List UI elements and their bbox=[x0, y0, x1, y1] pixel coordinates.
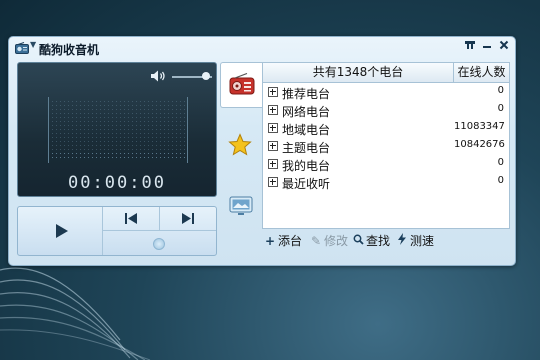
listener-count: 11083347 bbox=[454, 121, 505, 132]
station-category-name: 推荐电台 bbox=[282, 87, 331, 101]
minimize-button[interactable] bbox=[480, 40, 494, 54]
plus-icon: + bbox=[264, 234, 276, 248]
volume-icon[interactable] bbox=[150, 69, 168, 83]
close-icon bbox=[499, 40, 509, 50]
list-item-recent[interactable]: 最近收听 0 bbox=[263, 173, 509, 191]
playback-controls bbox=[17, 206, 217, 256]
previous-button[interactable] bbox=[103, 207, 160, 231]
spectrum-visualizer bbox=[48, 97, 188, 163]
listener-count: 10842676 bbox=[454, 139, 505, 150]
column-header-stations[interactable]: 共有1348个电台 bbox=[263, 63, 454, 82]
station-category-name: 网络电台 bbox=[282, 105, 331, 119]
expand-icon[interactable] bbox=[268, 87, 278, 97]
previous-icon bbox=[125, 213, 137, 224]
expand-icon[interactable] bbox=[268, 159, 278, 169]
station-category-name: 我的电台 bbox=[282, 159, 331, 173]
listener-count: 0 bbox=[497, 175, 504, 186]
station-category-name: 地域电台 bbox=[282, 123, 331, 137]
mini-mode-icon bbox=[465, 41, 475, 49]
search-icon bbox=[352, 233, 364, 249]
seek-handle[interactable] bbox=[153, 238, 165, 250]
seek-bar[interactable] bbox=[103, 231, 216, 255]
list-item-recommended[interactable]: 推荐电台 0 bbox=[263, 83, 509, 101]
window-title: 酷狗收音机 bbox=[39, 43, 100, 57]
list-header: 共有1348个电台 在线人数 bbox=[263, 63, 509, 83]
station-category-name: 最近收听 bbox=[282, 177, 331, 191]
list-item-my-stations[interactable]: 我的电台 0 bbox=[263, 155, 509, 173]
volume-knob[interactable] bbox=[202, 72, 210, 80]
tab-favorites[interactable] bbox=[220, 123, 262, 167]
pencil-icon: ✎ bbox=[310, 234, 322, 248]
edit-station-button[interactable]: ✎ 修改 bbox=[310, 233, 348, 249]
expand-icon[interactable] bbox=[268, 177, 278, 187]
app-logo-icon[interactable] bbox=[15, 42, 29, 54]
minimize-icon bbox=[483, 46, 491, 48]
listener-count: 0 bbox=[497, 85, 504, 96]
mini-mode-button[interactable] bbox=[463, 40, 477, 54]
listener-count: 0 bbox=[497, 157, 504, 168]
next-icon bbox=[182, 213, 194, 224]
search-button[interactable]: 查找 bbox=[352, 233, 390, 249]
star-icon bbox=[228, 133, 252, 156]
expand-icon[interactable] bbox=[268, 123, 278, 133]
list-toolbar: + 添台 ✎ 修改 查找 测速 bbox=[262, 230, 510, 252]
expand-icon[interactable] bbox=[268, 105, 278, 115]
player-display: 00:00:00 bbox=[17, 62, 217, 197]
station-category-name: 主题电台 bbox=[282, 141, 331, 155]
title-bar[interactable]: ▼ 酷狗收音机 bbox=[9, 37, 515, 59]
menu-caret-icon[interactable]: ▼ bbox=[30, 40, 36, 49]
list-item-network[interactable]: 网络电台 0 bbox=[263, 101, 509, 119]
station-list: 共有1348个电台 在线人数 推荐电台 0 网络电台 0 地域电台 110833… bbox=[262, 62, 510, 229]
tab-screen[interactable] bbox=[220, 187, 262, 231]
play-icon bbox=[56, 224, 68, 238]
close-button[interactable] bbox=[497, 40, 511, 54]
radio-icon bbox=[229, 73, 255, 95]
screen-icon bbox=[229, 196, 253, 215]
listener-count: 0 bbox=[497, 103, 504, 114]
play-button[interactable] bbox=[18, 207, 103, 255]
tab-radio[interactable] bbox=[220, 62, 263, 108]
list-item-themed[interactable]: 主题电台 10842676 bbox=[263, 137, 509, 155]
elapsed-time: 00:00:00 bbox=[68, 173, 166, 193]
add-station-button[interactable]: + 添台 bbox=[264, 233, 302, 249]
list-item-regional[interactable]: 地域电台 11083347 bbox=[263, 119, 509, 137]
expand-icon[interactable] bbox=[268, 141, 278, 151]
next-button[interactable] bbox=[160, 207, 216, 231]
column-header-listeners[interactable]: 在线人数 bbox=[454, 63, 509, 82]
speed-test-button[interactable]: 测速 bbox=[396, 233, 434, 249]
lightning-icon bbox=[396, 233, 408, 249]
radio-window: ▼ 酷狗收音机 00:00:00 共有1348个电台 在线人数 推荐电台 0 网… bbox=[8, 36, 516, 266]
